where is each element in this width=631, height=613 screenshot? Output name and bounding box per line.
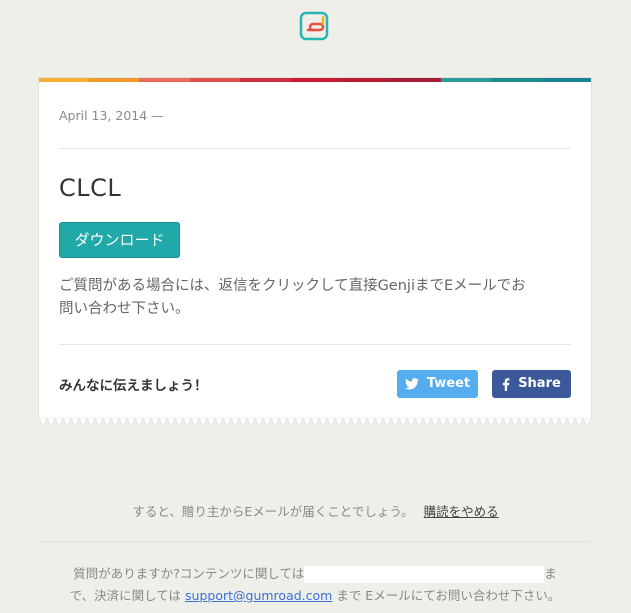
- unsubscribe-link[interactable]: 購読をやめる: [424, 504, 499, 519]
- share-prompt: みんなに伝えましょう！: [59, 378, 208, 394]
- footer-contact: 質問がありますか?コンテンツに関しては ま で、決済に関しては support@g…: [39, 563, 591, 607]
- contact-text-1: 質問がありますか?コンテンツに関しては: [73, 566, 305, 581]
- gumroad-logo-icon: [299, 10, 331, 42]
- contact-text-4: まで Eメールにてお問い合わせ下さい。: [336, 588, 561, 603]
- color-stripe: [39, 78, 592, 82]
- share-label: Share: [518, 376, 561, 391]
- footer-divider: [39, 541, 591, 542]
- stripe-segment: [239, 78, 290, 82]
- stripe-segment: [540, 78, 592, 82]
- twitter-icon: [404, 378, 419, 390]
- download-button[interactable]: ダウンロード: [59, 222, 180, 258]
- help-text: ご質問がある場合には、返信をクリックして直接GenjiまでEメールでお 問い合わ…: [59, 275, 573, 321]
- stripe-segment: [189, 78, 240, 82]
- stripe-segment: [390, 78, 441, 82]
- stripe-segment: [39, 78, 90, 82]
- help-text-line-1: ご質問がある場合には、返信をクリックして直接GenjiまでEメールでお: [59, 278, 526, 294]
- divider: [59, 344, 571, 345]
- stripe-segment: [340, 78, 391, 82]
- contact-text-2: ま: [544, 566, 557, 581]
- email-card: April 13, 2014 — CLCL ダウンロード ご質問がある場合には、…: [39, 78, 592, 418]
- stripe-segment: [89, 78, 140, 82]
- tweet-button[interactable]: Tweet: [397, 370, 478, 398]
- contact-text-3: で、決済に関しては: [69, 588, 182, 603]
- notice-text: すると、贈り主からEメールが届くことでしょう。: [132, 504, 414, 519]
- date-label: April 13, 2014 —: [59, 108, 164, 123]
- facebook-icon: [503, 377, 510, 391]
- card-zigzag-edge: [39, 418, 591, 427]
- footer-notice: すると、贈り主からEメールが届くことでしょう。 購読をやめる: [0, 501, 631, 520]
- facebook-share-button[interactable]: Share: [492, 370, 571, 398]
- tweet-label: Tweet: [426, 376, 471, 391]
- stripe-segment: [289, 78, 341, 82]
- stripe-segment: [440, 78, 491, 82]
- product-title: CLCL: [59, 174, 122, 202]
- support-email-link[interactable]: support@gumroad.com: [185, 588, 332, 603]
- divider: [59, 148, 571, 149]
- help-text-line-2: 問い合わせ下さい。: [59, 301, 190, 317]
- stripe-segment: [490, 78, 541, 82]
- redacted-email: [304, 566, 545, 583]
- stripe-segment: [139, 78, 190, 82]
